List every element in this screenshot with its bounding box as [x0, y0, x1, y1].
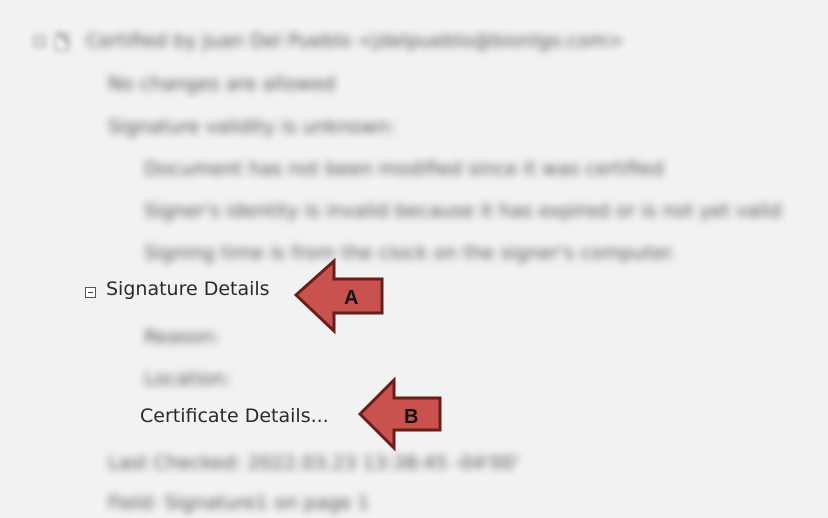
validity-detail-1[interactable]: Document has not been modified since it …: [144, 158, 664, 180]
signature-details-collapse-icon[interactable]: [85, 287, 96, 298]
certified-pen-icon: [55, 32, 69, 51]
collapse-icon[interactable]: [34, 36, 45, 47]
field-item[interactable]: Field: Signature1 on page 1: [108, 492, 369, 514]
arrow-b-label: B: [404, 406, 419, 428]
arrow-a-shape: [294, 258, 384, 335]
validity-item[interactable]: Signature validity is unknown:: [108, 116, 395, 138]
certified-by-label[interactable]: Certified by Juan Del Pueblo <jdelpueblo…: [86, 30, 624, 52]
location-item[interactable]: Location:: [144, 368, 231, 390]
reason-item[interactable]: Reason:: [144, 326, 220, 348]
signature-panel: Certified by Juan Del Pueblo <jdelpueblo…: [8, 8, 820, 514]
validity-detail-2[interactable]: Signer's identity is invalid because it …: [144, 200, 782, 222]
annotation-arrow-a: A: [294, 258, 386, 336]
certificate-details-link[interactable]: Certificate Details...: [140, 405, 329, 427]
arrow-b-shape: [358, 377, 442, 452]
signature-details-item[interactable]: Signature Details: [106, 278, 270, 300]
arrow-a-label: A: [344, 287, 359, 309]
annotation-arrow-b: B: [358, 377, 444, 453]
no-changes-item[interactable]: No changes are allowed: [108, 73, 336, 95]
validity-detail-3[interactable]: Signing time is from the clock on the si…: [144, 242, 676, 264]
last-checked-item[interactable]: Last Checked: 2022.03.23 13:38:45 -04'00…: [108, 452, 519, 474]
